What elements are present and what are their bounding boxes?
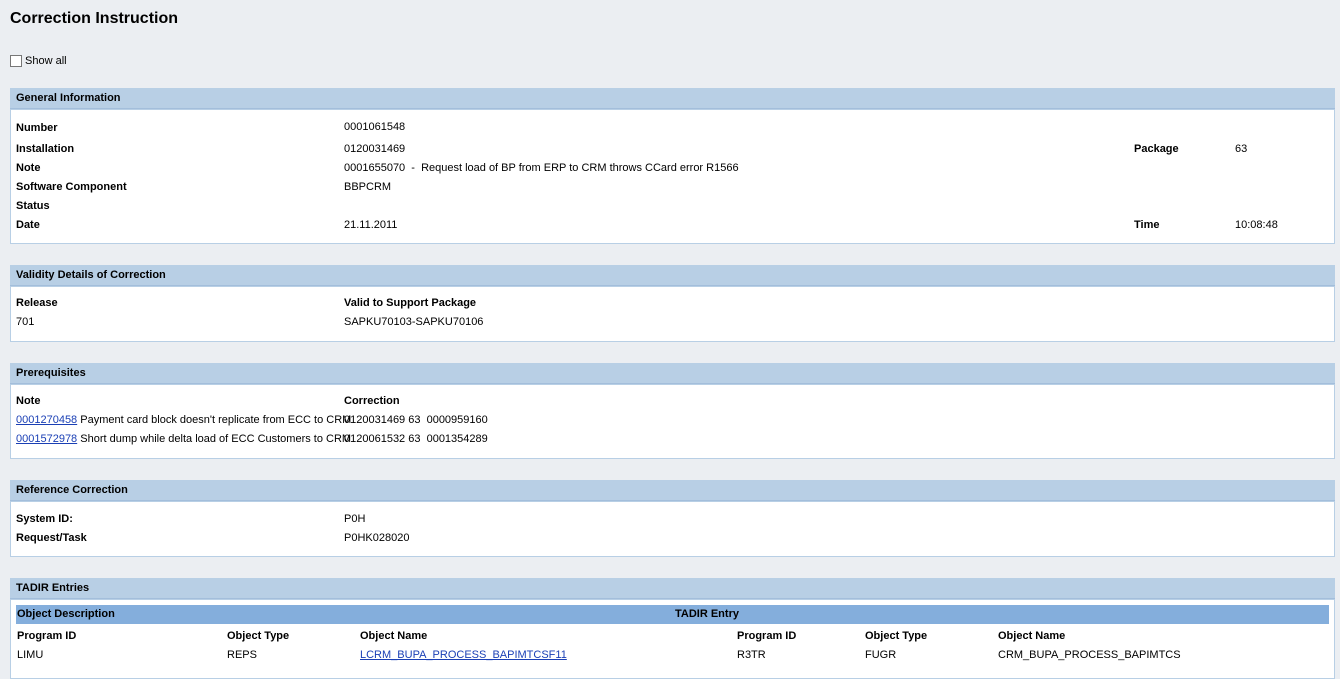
installation-value: 0120031469 xyxy=(344,143,405,155)
object-name-cell: CRM_BUPA_PROCESS_BAPIMTCS xyxy=(998,649,1181,661)
support-package-value: SAPKU70103-SAPKU70106 xyxy=(344,316,483,328)
checkbox-icon[interactable] xyxy=(10,55,22,67)
support-package-label: Valid to Support Package xyxy=(344,297,476,309)
date-label: Date xyxy=(16,219,40,231)
note-value: 0001655070 - Request load of BP from ERP… xyxy=(344,162,739,174)
section-header: TADIR Entries xyxy=(10,578,1335,599)
number-value: 0001061548 xyxy=(344,121,405,133)
table-row: 0001270458 Payment card block doesn't re… xyxy=(16,414,351,426)
prerequisites-section: Prerequisites Note Correction 0001270458… xyxy=(10,363,1335,459)
page-title: Correction Instruction xyxy=(10,10,178,28)
column-header: Program ID xyxy=(737,630,796,642)
tadir-entries-section: TADIR Entries Object Description TADIR E… xyxy=(10,578,1335,679)
section-header: Prerequisites xyxy=(10,363,1335,384)
column-header: Object Type xyxy=(227,630,289,642)
status-label: Status xyxy=(16,200,50,212)
time-label: Time xyxy=(1134,219,1159,231)
note-link[interactable]: 0001270458 xyxy=(16,414,77,426)
show-all-checkbox[interactable]: Show all xyxy=(10,55,67,67)
system-id-value: P0H xyxy=(344,513,365,525)
validity-section: Validity Details of Correction Release V… xyxy=(10,265,1335,342)
number-label: Number xyxy=(16,122,58,134)
release-value: 701 xyxy=(16,316,34,328)
note-column-header: Note xyxy=(16,395,40,407)
show-all-label: Show all xyxy=(25,55,67,67)
program-id-cell: R3TR xyxy=(737,649,766,661)
object-type-cell: REPS xyxy=(227,649,257,661)
installation-label: Installation xyxy=(16,143,74,155)
column-header: Object Name xyxy=(998,630,1065,642)
program-id-cell: LIMU xyxy=(17,649,43,661)
section-header: Reference Correction xyxy=(10,480,1335,501)
request-task-label: Request/Task xyxy=(16,532,87,544)
software-component-value: BBPCRM xyxy=(344,181,391,193)
general-information-section: General Information Number 0001061548 In… xyxy=(10,88,1335,244)
section-header: Validity Details of Correction xyxy=(10,265,1335,286)
release-label: Release xyxy=(16,297,58,309)
tadir-entry-header: TADIR Entry xyxy=(675,605,739,624)
package-value: 63 xyxy=(1235,143,1247,155)
note-text: Short dump while delta load of ECC Custo… xyxy=(80,433,351,445)
reference-correction-section: Reference Correction System ID: P0H Requ… xyxy=(10,480,1335,557)
time-value: 10:08:48 xyxy=(1235,219,1278,231)
object-type-cell: FUGR xyxy=(865,649,896,661)
column-header: Object Name xyxy=(360,630,427,642)
note-link[interactable]: 0001572978 xyxy=(16,433,77,445)
tadir-group-header: Object Description TADIR Entry xyxy=(16,605,1329,624)
correction-value: 0120031469 63 0000959160 xyxy=(344,414,488,426)
note-label: Note xyxy=(16,162,40,174)
correction-value: 0120061532 63 0001354289 xyxy=(344,433,488,445)
column-header: Program ID xyxy=(17,630,76,642)
system-id-label: System ID: xyxy=(16,513,73,525)
software-component-label: Software Component xyxy=(16,181,127,193)
column-header: Object Type xyxy=(865,630,927,642)
date-value: 21.11.2011 xyxy=(344,219,397,231)
note-text: Payment card block doesn't replicate fro… xyxy=(80,414,351,426)
request-task-value: P0HK028020 xyxy=(344,532,409,544)
package-label: Package xyxy=(1134,143,1179,155)
object-description-header: Object Description xyxy=(17,605,115,624)
table-row: 0001572978 Short dump while delta load o… xyxy=(16,433,351,445)
correction-column-header: Correction xyxy=(344,395,400,407)
section-header: General Information xyxy=(10,88,1335,109)
object-name-link[interactable]: LCRM_BUPA_PROCESS_BAPIMTCSF11 xyxy=(360,649,567,661)
